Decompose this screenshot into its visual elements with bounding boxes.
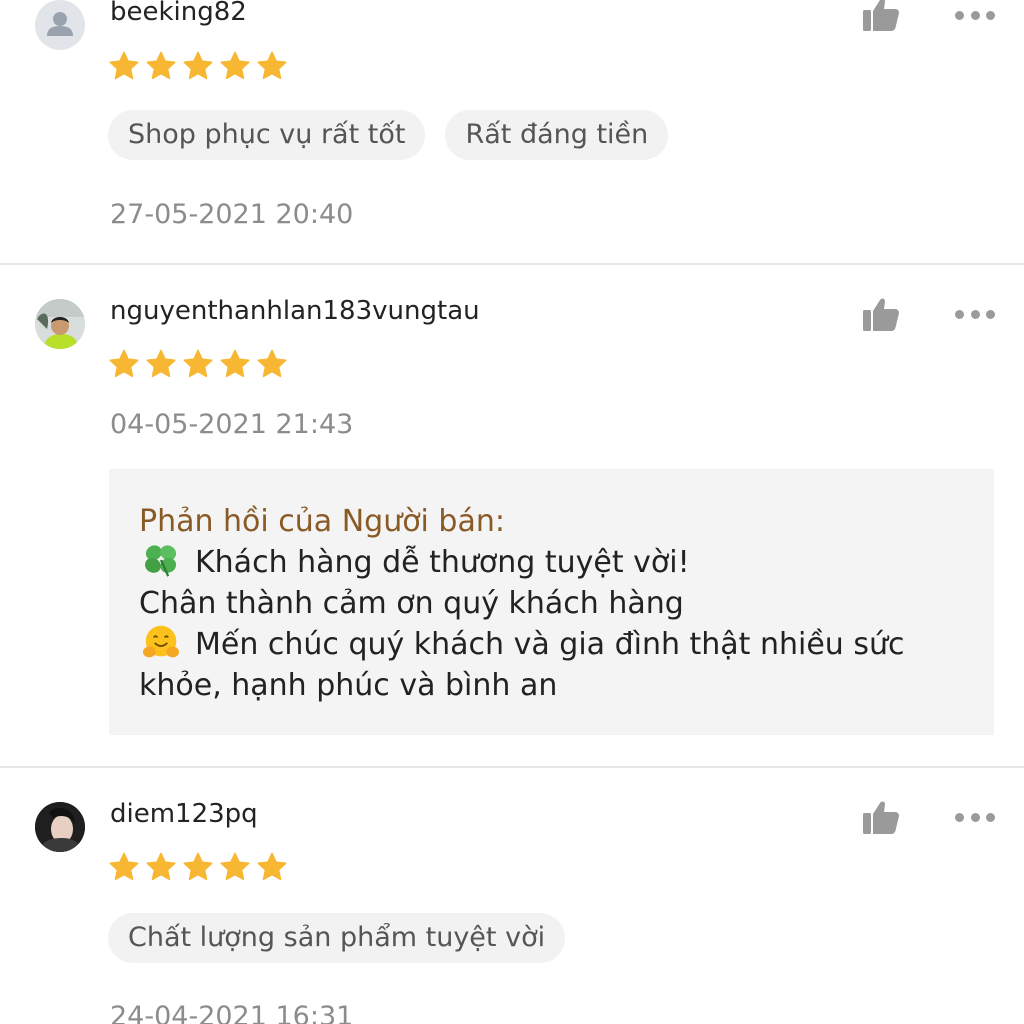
more-options-icon[interactable] [955, 308, 995, 320]
star-icon [256, 348, 288, 380]
review-date: 24-04-2021 16:31 [110, 1001, 354, 1024]
more-options-icon[interactable] [955, 811, 995, 823]
star-rating [108, 851, 288, 883]
review-date: 27-05-2021 20:40 [110, 199, 354, 230]
star-icon [108, 851, 140, 883]
star-icon [182, 851, 214, 883]
review-tags: Chất lượng sản phẩm tuyệt vời [108, 913, 566, 963]
seller-reply-line: Khách hàng dễ thương tuyệt vời! [139, 542, 964, 583]
review-tag: Rất đáng tiền [445, 110, 669, 160]
user-photo-icon [35, 299, 85, 349]
avatar[interactable] [35, 0, 85, 50]
seller-reply: Phản hồi của Người bán: Khách hàng dễ th… [109, 469, 994, 735]
star-rating [108, 348, 288, 380]
username[interactable]: beeking82 [110, 0, 247, 27]
four-leaf-clover-icon [145, 545, 177, 577]
username[interactable]: diem123pq [110, 799, 258, 829]
star-icon [219, 851, 251, 883]
seller-reply-line: khỏe, hạnh phúc và bình an [139, 668, 558, 703]
star-icon [145, 348, 177, 380]
star-icon [219, 348, 251, 380]
star-rating [108, 50, 288, 82]
review-tag: Chất lượng sản phẩm tuyệt vời [108, 913, 566, 963]
divider [0, 766, 1024, 768]
avatar[interactable] [35, 802, 85, 852]
star-icon [182, 348, 214, 380]
more-options-icon[interactable] [955, 9, 995, 21]
hugging-face-icon [143, 625, 179, 658]
star-icon [256, 851, 288, 883]
star-icon [182, 50, 214, 82]
star-icon [219, 50, 251, 82]
star-icon [145, 50, 177, 82]
seller-reply-line: Chân thành cảm ơn quý khách hàng [139, 586, 684, 621]
default-user-icon [47, 12, 73, 36]
user-photo-icon [35, 802, 85, 852]
seller-reply-title: Phản hồi của Người bán: [139, 504, 505, 539]
star-icon [256, 50, 288, 82]
star-icon [145, 851, 177, 883]
thumbs-up-icon[interactable] [862, 799, 900, 835]
star-icon [108, 348, 140, 380]
thumbs-up-icon[interactable] [862, 0, 900, 32]
star-icon [108, 50, 140, 82]
thumbs-up-icon[interactable] [862, 296, 900, 332]
review-tags: Shop phục vụ rất tốt Rất đáng tiền [108, 110, 669, 160]
divider [0, 263, 1024, 265]
review-tag: Shop phục vụ rất tốt [108, 110, 426, 160]
avatar[interactable] [35, 299, 85, 349]
seller-reply-line: Mến chúc quý khách và gia đình thật nhiề… [139, 624, 964, 665]
username[interactable]: nguyenthanhlan183vungtau [110, 296, 480, 326]
review-date: 04-05-2021 21:43 [110, 409, 354, 440]
